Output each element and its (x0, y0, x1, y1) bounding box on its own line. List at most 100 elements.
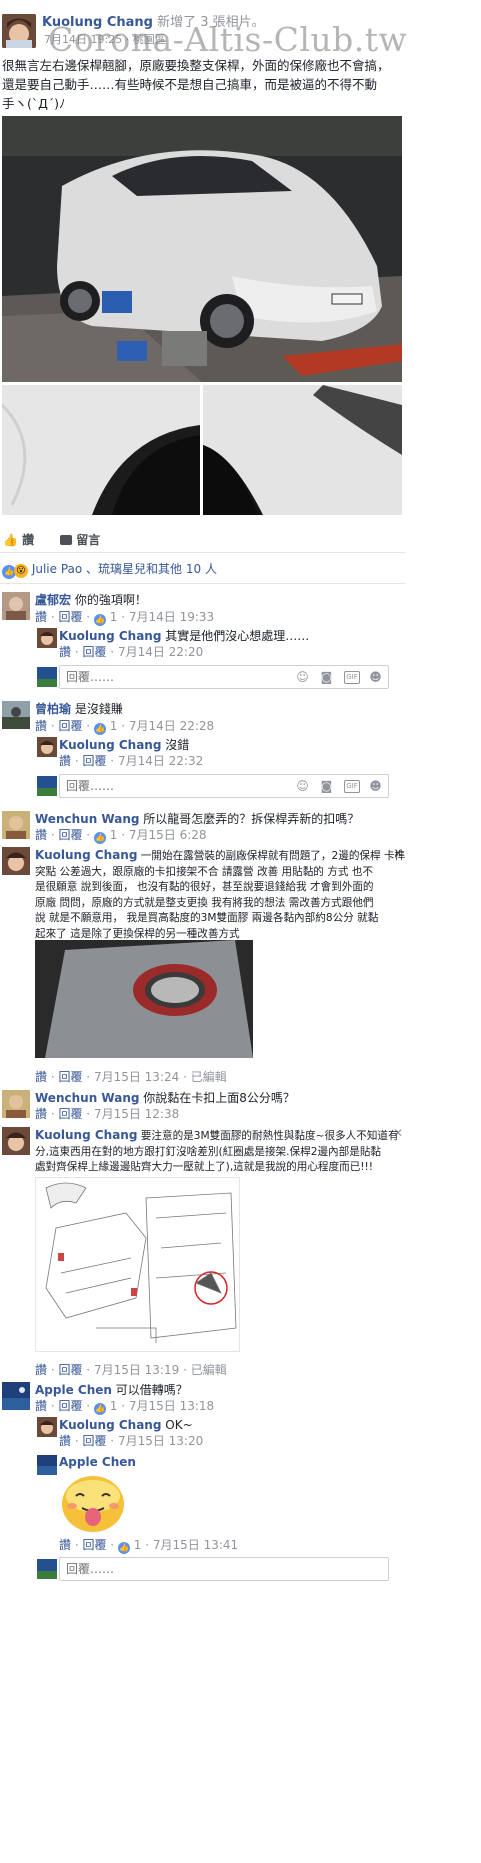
reply-box[interactable]: ☺ ◙ GIF ☻ (59, 774, 389, 798)
commenter-avatar[interactable] (2, 1127, 30, 1155)
comment-author[interactable]: Wenchun Wang (35, 1091, 139, 1105)
comment-reply-link[interactable]: 回覆 (58, 828, 82, 842)
comment-author[interactable]: Kuolung Chang (35, 848, 137, 862)
reactions-text[interactable]: Julie Pao 、琉璃星兒和其他 10 人 (32, 562, 217, 576)
commenter-avatar[interactable] (37, 628, 57, 648)
comment-date[interactable]: 7月15日 13:20 (118, 1434, 203, 1448)
comment-author[interactable]: Kuolung Chang (59, 738, 161, 752)
comment-date[interactable]: 7月15日 13:19 (94, 1363, 179, 1377)
comment-text: 是沒錢賺 (74, 702, 123, 716)
comment-date[interactable]: 7月15日 12:38 (94, 1107, 179, 1121)
comment-author[interactable]: Kuolung Chang (59, 1418, 161, 1432)
comment-like-link[interactable]: 讚 (35, 610, 47, 624)
reply-input[interactable] (66, 1562, 266, 1576)
like-count-icon: 👍 (93, 614, 106, 626)
edited-label[interactable]: 已編輯 (191, 1363, 227, 1377)
avatar-image (2, 701, 30, 729)
comment-like-count[interactable]: 1 (110, 610, 118, 624)
avatar-image (37, 667, 57, 687)
post-photo-main[interactable] (2, 116, 402, 382)
gif-icon[interactable]: GIF (344, 671, 360, 684)
comment-date[interactable]: 7月14日 19:33 (129, 610, 214, 624)
commenter-avatar[interactable] (2, 847, 30, 875)
comment-reply-link[interactable]: 回覆 (82, 1538, 106, 1552)
comment-like-count[interactable]: 1 (110, 828, 118, 842)
comment-author[interactable]: Wenchun Wang (35, 812, 139, 826)
comment-like-link[interactable]: 讚 (59, 1538, 71, 1552)
comment-date[interactable]: 7月14日 22:32 (118, 754, 203, 768)
comment-photo-tape[interactable] (35, 940, 253, 1058)
comment-like-link[interactable]: 讚 (35, 1399, 47, 1413)
post-photo-right[interactable] (203, 385, 402, 515)
comment-date[interactable]: 7月14日 22:28 (129, 719, 214, 733)
comment-date[interactable]: 7月15日 13:18 (129, 1399, 214, 1413)
comment-author[interactable]: 曾柏瑜 (35, 702, 71, 716)
comment-author[interactable]: Kuolung Chang (59, 629, 161, 643)
comment-author[interactable]: Kuolung Chang (35, 1128, 137, 1142)
comment-like-link[interactable]: 讚 (59, 645, 71, 659)
comment-like-link[interactable]: 讚 (59, 754, 71, 768)
reactions-summary[interactable]: 👍 😮 Julie Pao 、琉璃星兒和其他 10 人 (2, 561, 217, 579)
commenter-avatar[interactable] (2, 701, 30, 729)
avatar-image (37, 776, 57, 796)
post-photo-left[interactable] (2, 385, 200, 515)
comment-like-link[interactable]: 讚 (35, 1107, 47, 1121)
commenter-avatar[interactable] (2, 1382, 30, 1410)
camera-icon[interactable]: ◙ (319, 670, 334, 685)
comment-reply-link[interactable]: 回覆 (58, 719, 82, 733)
comment-like-link[interactable]: 讚 (59, 1434, 71, 1448)
reply-input[interactable] (66, 670, 266, 684)
comment-author[interactable]: Apple Chen (35, 1383, 112, 1397)
comment-button[interactable]: 留言 (60, 532, 100, 548)
sticker-icon[interactable]: ☻ (368, 779, 383, 794)
comment-date[interactable]: 7月14日 22:20 (118, 645, 203, 659)
comment-like-link[interactable]: 讚 (35, 828, 47, 842)
comment-like-count[interactable]: 1 (110, 719, 118, 733)
camera-icon[interactable]: ◙ (319, 779, 334, 794)
comment-reply-link[interactable]: 回覆 (58, 610, 82, 624)
reply-input[interactable] (66, 779, 266, 793)
commenter-avatar[interactable] (37, 1455, 57, 1475)
comment-date[interactable]: 7月15日 13:24 (94, 1070, 179, 1084)
comment-reply-link[interactable]: 回覆 (58, 1363, 82, 1377)
comment-like-count[interactable]: 1 (134, 1538, 142, 1552)
commenter-avatar[interactable] (37, 1417, 57, 1437)
comment-reply-link[interactable]: 回覆 (58, 1070, 82, 1084)
commenter-avatar[interactable] (2, 811, 30, 839)
bumper-diagram (45, 1182, 237, 1343)
comment-like-link[interactable]: 讚 (35, 1363, 47, 1377)
emoji-icon[interactable]: ☺ (295, 779, 310, 794)
comment-author[interactable]: Apple Chen (59, 1455, 136, 1469)
sticker-icon[interactable]: ☻ (368, 670, 383, 685)
like-button[interactable]: 👍 讚 (3, 532, 34, 548)
comment-reply-link[interactable]: 回覆 (82, 754, 106, 768)
commenter-avatar[interactable] (37, 737, 57, 757)
gif-icon[interactable]: GIF (344, 780, 360, 793)
commenter-avatar[interactable] (2, 592, 30, 620)
comment-body: Kuolung Chang 一開始在露營裝的副廠保桿就有問題了，2邊的保桿 卡榫… (35, 848, 405, 942)
comment-reply-link[interactable]: 回覆 (58, 1399, 82, 1413)
comment-text-line: 原廠 問問，原廠的方式就是整支更換 我有將我的想法 需改善方式跟他們 (35, 896, 374, 909)
comment-photo-diagram[interactable] (35, 1177, 240, 1352)
post-text-line: 還是要自己動手……有些時候不是想自己搞車，而是被逼的不得不動 (2, 77, 378, 92)
car-photo (2, 116, 402, 382)
post-author-avatar[interactable] (2, 14, 36, 48)
current-user-avatar (37, 667, 57, 687)
fender-photo-left (2, 385, 200, 515)
reply-box[interactable] (59, 1557, 389, 1581)
edited-label[interactable]: 已編輯 (191, 1070, 227, 1084)
reply-box[interactable]: ☺ ◙ GIF ☻ (59, 665, 389, 689)
comment-like-count[interactable]: 1 (110, 1399, 118, 1413)
commenter-avatar[interactable] (2, 1090, 30, 1118)
avatar-image (2, 1127, 30, 1155)
emoji-icon[interactable]: ☺ (295, 670, 310, 685)
comment-like-link[interactable]: 讚 (35, 1070, 47, 1084)
comment-like-link[interactable]: 讚 (35, 719, 47, 733)
comment-text: 其實是他們沒心想處理…… (165, 629, 310, 643)
comment-reply-link[interactable]: 回覆 (82, 645, 106, 659)
comment-reply-link[interactable]: 回覆 (58, 1107, 82, 1121)
comment-reply-link[interactable]: 回覆 (82, 1434, 106, 1448)
comment-author[interactable]: 盧郁宏 (35, 593, 71, 607)
comment-date[interactable]: 7月15日 6:28 (129, 828, 207, 842)
comment-date[interactable]: 7月15日 13:41 (153, 1538, 238, 1552)
